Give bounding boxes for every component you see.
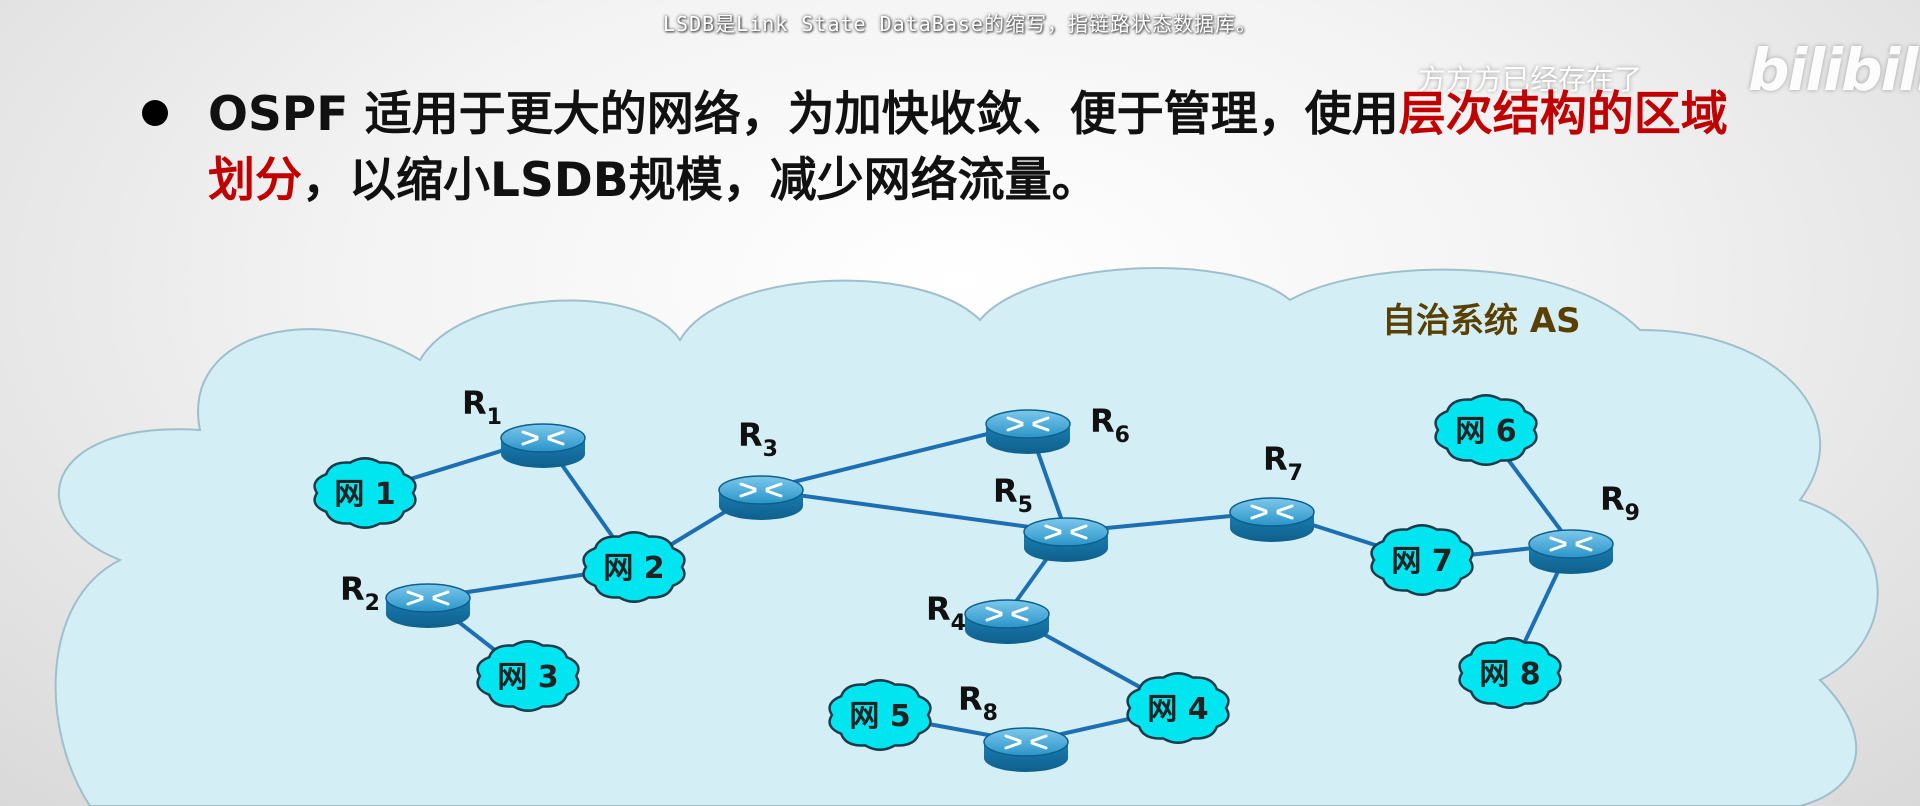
router-top bbox=[983, 727, 1069, 757]
router-top bbox=[964, 599, 1050, 629]
network-n3: 网 3 bbox=[476, 640, 580, 712]
network-label: 网 2 bbox=[603, 551, 664, 586]
router-label-subscript: 5 bbox=[1018, 493, 1033, 518]
router-label-name: R bbox=[958, 680, 983, 718]
network-label: 网 6 bbox=[1455, 414, 1516, 449]
network-n6: 网 6 bbox=[1434, 394, 1538, 466]
router-label-subscript: 3 bbox=[763, 437, 778, 462]
router-label-name: R bbox=[1600, 480, 1625, 518]
router-label-subscript: 7 bbox=[1288, 461, 1303, 486]
router-top bbox=[985, 409, 1071, 439]
router-label-subscript: 1 bbox=[487, 405, 502, 430]
network-label: 网 4 bbox=[1147, 692, 1208, 727]
router-label-subscript: 9 bbox=[1625, 501, 1640, 526]
router-label-name: R bbox=[926, 590, 951, 628]
network-n4: 网 4 bbox=[1126, 672, 1230, 744]
router-label-name: R bbox=[462, 384, 487, 422]
network-label: 网 7 bbox=[1391, 544, 1452, 579]
network-label: 网 3 bbox=[497, 660, 558, 695]
as-label: 自治系统 AS bbox=[1382, 301, 1581, 341]
router-top bbox=[1528, 529, 1614, 559]
router-label-name: R bbox=[1263, 440, 1288, 478]
network-n5: 网 5 bbox=[828, 679, 932, 751]
router-top bbox=[1023, 517, 1109, 547]
network-label: 网 5 bbox=[849, 699, 910, 734]
router-label-name: R bbox=[738, 416, 763, 454]
router-label-name: R bbox=[340, 570, 365, 608]
network-n2: 网 2 bbox=[582, 531, 686, 603]
network-label: 网 8 bbox=[1479, 657, 1540, 692]
router-label-subscript: 2 bbox=[365, 591, 380, 616]
router-top bbox=[385, 583, 471, 613]
router-top bbox=[500, 423, 586, 453]
router-label-subscript: 4 bbox=[951, 611, 966, 636]
router-top bbox=[718, 475, 804, 505]
router-top bbox=[1229, 497, 1315, 527]
router-label-name: R bbox=[993, 472, 1018, 510]
router-label-subscript: 6 bbox=[1115, 423, 1130, 448]
network-n7: 网 7 bbox=[1370, 524, 1474, 596]
network-n1: 网 1 bbox=[313, 457, 417, 529]
ospf-network-diagram: 自治系统 AS 网 1网 2网 3网 4网 5网 6网 7网 8R1R2R3R4… bbox=[54, 267, 1879, 806]
network-label: 网 1 bbox=[334, 477, 395, 512]
router-label-subscript: 8 bbox=[983, 701, 998, 726]
router-label-name: R bbox=[1090, 402, 1115, 440]
network-n8: 网 8 bbox=[1458, 637, 1562, 709]
